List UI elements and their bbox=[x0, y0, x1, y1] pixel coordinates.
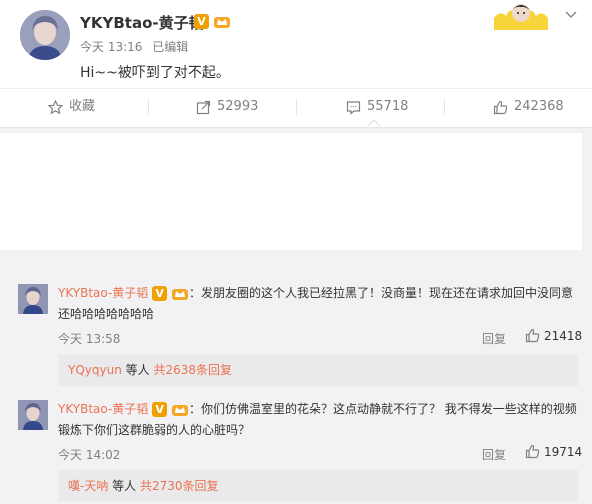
weibo-post: YKYBtao-黄子韬 V 今天 13:16 已编辑 Hi~~被吓到了对不起。 … bbox=[0, 0, 592, 128]
comment-author[interactable]: YKYBtao-黄子韬 bbox=[58, 402, 148, 416]
comment-line-1: YKYBtao-黄子韬 V ：你们仿佛温室里的花朵？这点动静就不行了？ 我不得发… bbox=[58, 398, 577, 420]
sub-reply-count[interactable]: 共2730条回复 bbox=[140, 479, 219, 493]
comment-panel-blank bbox=[0, 133, 582, 250]
divider bbox=[148, 99, 149, 115]
verified-badge: V bbox=[152, 286, 168, 301]
crown-icon bbox=[214, 17, 230, 28]
comment-text-cont: 锻炼下你们这群脆弱的人的心脏吗？ bbox=[58, 423, 251, 437]
author-avatar[interactable] bbox=[20, 10, 70, 60]
comment-text-cont: 还哈哈哈哈哈哈哈 bbox=[58, 307, 155, 321]
comment-text: ：你们仿佛温室里的花朵？这点动静就不行了？ 我不得发一些这样的视频 bbox=[188, 402, 577, 416]
author-name[interactable]: YKYBtao-黄子韬 bbox=[80, 12, 204, 33]
comment-avatar[interactable] bbox=[18, 400, 48, 430]
comment-line-1: YKYBtao-黄子韬 V ：发朋友圈的这个人我已经拉黑了！没商量！现在还在请求… bbox=[58, 282, 573, 304]
edited-label: 已编辑 bbox=[152, 40, 189, 54]
caret-up-icon bbox=[368, 119, 380, 126]
crown-icon bbox=[171, 289, 188, 300]
verified-badge: V bbox=[194, 14, 209, 29]
sub-replies[interactable]: YQyqyun 等人 共2638条回复 bbox=[58, 354, 578, 386]
favorite-button[interactable]: 收藏 bbox=[48, 89, 95, 125]
comment-time: 今天 14:02 bbox=[58, 448, 121, 462]
divider bbox=[444, 99, 445, 115]
verified-badge: V bbox=[152, 402, 168, 417]
post-meta: 今天 13:16 已编辑 bbox=[80, 38, 188, 55]
comment-author[interactable]: YKYBtao-黄子韬 bbox=[58, 286, 148, 300]
sub-replies[interactable]: 嘆-天呐 等人 共2730条回复 bbox=[58, 470, 578, 502]
sub-reply-user[interactable]: YQyqyun bbox=[68, 363, 122, 377]
repost-count: 52993 bbox=[217, 99, 259, 114]
comment-avatar[interactable] bbox=[18, 284, 48, 314]
sub-reply-user[interactable]: 嘆-天呐 bbox=[68, 479, 108, 493]
comment-time: 今天 13:58 bbox=[58, 332, 121, 346]
like-count: 242368 bbox=[514, 99, 564, 114]
reply-button[interactable]: 回复 bbox=[482, 330, 506, 347]
post-text: Hi~~被吓到了对不起。 bbox=[80, 65, 230, 81]
crown-icon bbox=[171, 405, 188, 416]
thumb-up-icon bbox=[493, 100, 508, 114]
comment-like-button[interactable]: 19714 bbox=[525, 444, 582, 459]
star-icon bbox=[48, 99, 63, 114]
repost-button[interactable]: 52993 bbox=[196, 89, 258, 125]
favorite-label: 收藏 bbox=[69, 99, 96, 114]
thumb-up-icon bbox=[525, 328, 540, 343]
sub-reply-count[interactable]: 共2638条回复 bbox=[153, 363, 232, 377]
comment-like-button[interactable]: 21418 bbox=[525, 328, 582, 343]
like-button[interactable]: 242368 bbox=[493, 89, 564, 125]
repost-icon bbox=[196, 100, 211, 114]
reply-button[interactable]: 回复 bbox=[482, 446, 506, 463]
chevron-down-icon[interactable] bbox=[564, 8, 578, 22]
post-time[interactable]: 今天 13:16 bbox=[80, 40, 142, 54]
post-actions: 收藏 52993 55718 242368 bbox=[0, 88, 592, 124]
comment-like-count: 21418 bbox=[544, 328, 583, 343]
comment-text: ：发朋友圈的这个人我已经拉黑了！没商量！现在还在请求加回中没同意 bbox=[188, 286, 573, 300]
comment-like-count: 19714 bbox=[544, 444, 583, 459]
comment-icon bbox=[346, 100, 361, 115]
divider bbox=[296, 99, 297, 115]
card-decoration-icon bbox=[494, 4, 548, 30]
sub-reply-mid: 等人 bbox=[108, 479, 140, 493]
sub-reply-mid: 等人 bbox=[121, 363, 154, 377]
thumb-up-icon bbox=[525, 444, 540, 459]
